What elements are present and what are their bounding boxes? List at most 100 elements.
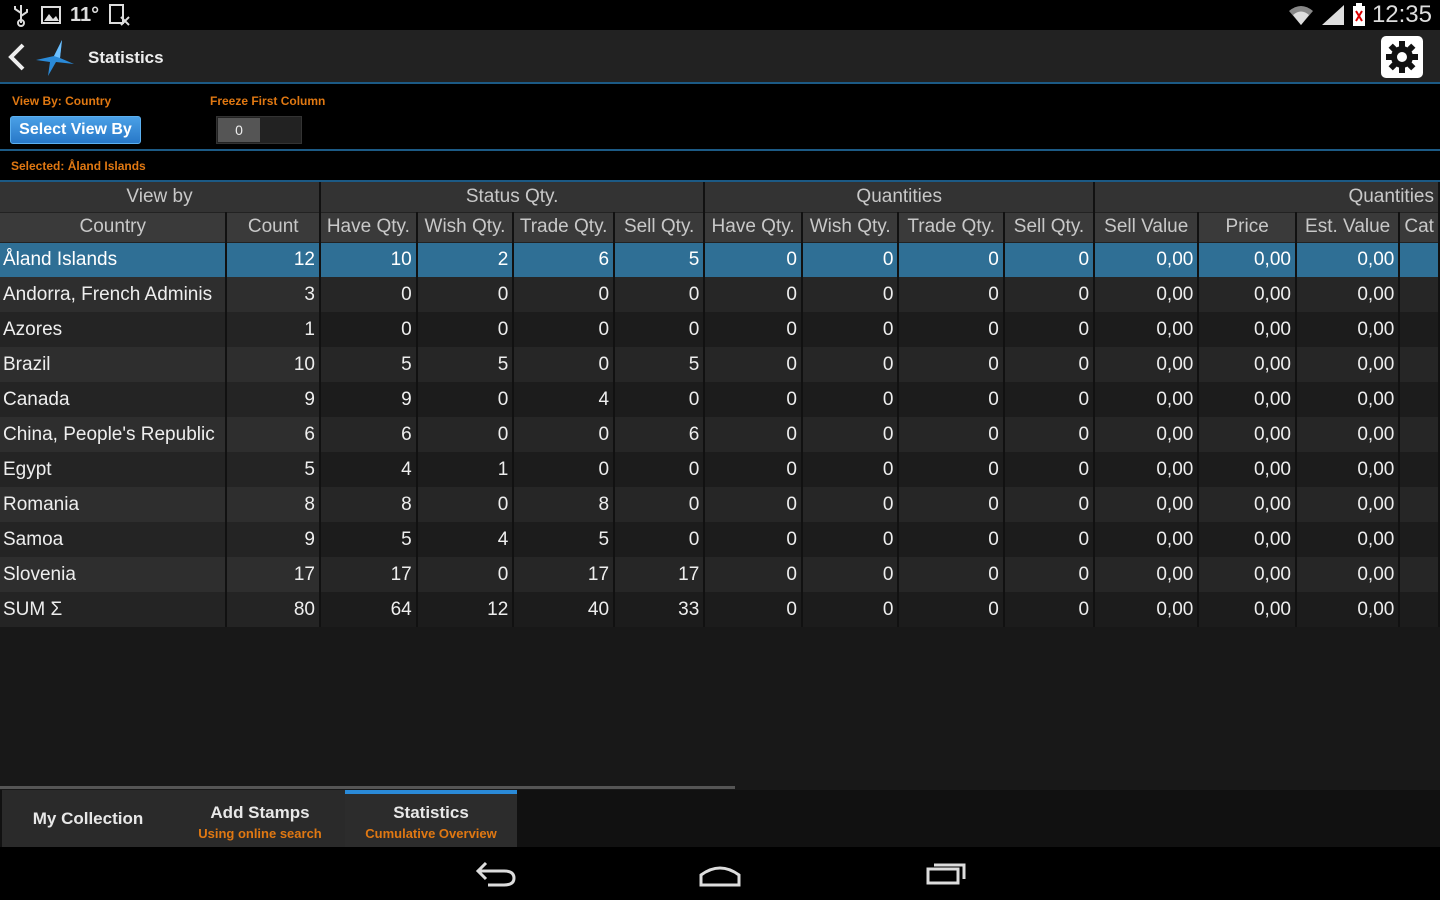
table-row[interactable]: Slovenia 17 17 0 17 17 0 0 0 0 0,00 0,00 0,00 (0, 557, 1440, 592)
table-cell: 0 (801, 347, 900, 382)
column-header[interactable]: Trade Qty. (898, 212, 1005, 243)
column-header[interactable]: Price (1198, 212, 1297, 243)
table-cell: 10 (319, 242, 418, 277)
table-cell: 5 (513, 522, 616, 557)
table-cell: 0,00 (1094, 452, 1200, 487)
table-cell: 9 (319, 382, 418, 417)
table-cell: 0 (898, 452, 1005, 487)
table-cell: 8 (513, 487, 616, 522)
table-cell: 0,00 (1198, 382, 1297, 417)
nav-recents-icon[interactable] (924, 859, 968, 889)
column-header[interactable]: Sell Value (1094, 212, 1200, 243)
table-cell: 0 (513, 417, 616, 452)
nav-home-icon[interactable] (698, 859, 742, 889)
table-cell: 0,00 (1295, 417, 1401, 452)
tab-title: Add Stamps (210, 803, 310, 822)
tab-my-collection[interactable]: My Collection (2, 790, 174, 847)
country-cell: Canada (0, 382, 228, 417)
table-cell: 0 (704, 592, 803, 627)
table-row[interactable]: SUM Σ 80 64 12 40 33 0 0 0 0 0,00 0,00 0,00 (0, 592, 1440, 627)
column-header[interactable]: Have Qty. (704, 212, 803, 243)
column-header[interactable]: Count (226, 212, 321, 243)
table-cell: 0 (513, 347, 616, 382)
back-arrow-icon[interactable] (5, 42, 29, 72)
column-header[interactable]: Wish Qty. (416, 212, 515, 243)
table-cell: 0,00 (1198, 452, 1297, 487)
column-header[interactable]: Trade Qty. (513, 212, 616, 243)
table-row[interactable]: Brazil 10 5 5 0 5 0 0 0 0 0,00 0,00 0,00 (0, 347, 1440, 382)
table-cell: 0 (614, 382, 706, 417)
table-cell: 0 (614, 312, 706, 347)
table-cell: 0 (704, 557, 803, 592)
column-header[interactable]: Cat (1399, 212, 1440, 243)
table-cell: 0,00 (1094, 522, 1200, 557)
nav-back-icon[interactable] (474, 859, 518, 889)
settings-button[interactable] (1381, 36, 1423, 78)
table-cell: 0,00 (1198, 312, 1297, 347)
table-cell: 0 (801, 242, 900, 277)
table-cell: 0 (1003, 557, 1096, 592)
table-cell (1399, 592, 1440, 627)
table-group-header-row: View by Status Qty. Quantities Quantitie… (0, 182, 1440, 213)
tab-add-stamps[interactable]: Add Stamps Using online search (174, 790, 346, 847)
table-cell: 0 (801, 382, 900, 417)
column-header[interactable]: Sell Qty. (614, 212, 706, 243)
select-view-by-button[interactable]: Select View By (10, 116, 141, 144)
country-cell: Romania (0, 487, 228, 522)
status-bar-right: 12:35 (1288, 1, 1432, 29)
tab-subtitle: Cumulative Overview (365, 826, 497, 841)
table-row[interactable]: Azores 1 0 0 0 0 0 0 0 0 0,00 0,00 0,00 (0, 312, 1440, 347)
table-cell: 0 (1003, 312, 1096, 347)
table-cell: 17 (614, 557, 706, 592)
table-row[interactable]: Canada 9 9 0 4 0 0 0 0 0 0,00 0,00 0,00 (0, 382, 1440, 417)
image-icon (41, 6, 61, 24)
table-row[interactable]: Romania 8 8 0 8 0 0 0 0 0 0,00 0,00 0,00 (0, 487, 1440, 522)
table-cell: 64 (319, 592, 418, 627)
table-cell: 0 (1003, 347, 1096, 382)
table-row[interactable]: Åland Islands 12 10 2 6 5 0 0 0 0 0,00 0,00 0,00 (0, 242, 1440, 277)
table-cell: 12 (226, 242, 321, 277)
clock-text: 12:35 (1371, 1, 1432, 28)
table-cell: 0 (801, 417, 900, 452)
horizontal-scrollbar[interactable] (0, 786, 735, 789)
column-header[interactable]: Wish Qty. (801, 212, 900, 243)
table-cell (1399, 522, 1440, 557)
column-header[interactable]: Sell Qty. (1003, 212, 1096, 243)
table-cell (1399, 242, 1440, 277)
table-cell: 0 (614, 452, 706, 487)
table-cell: 5 (416, 347, 515, 382)
table-cell: 0,00 (1094, 487, 1200, 522)
status-bar-left: 11° (10, 3, 131, 27)
column-header[interactable]: Have Qty. (319, 212, 418, 243)
table-cell: 6 (614, 417, 706, 452)
table-cell: 0,00 (1295, 522, 1401, 557)
table-cell: 0 (801, 557, 900, 592)
battery-low-icon (1352, 3, 1365, 26)
table-cell: 0 (513, 312, 616, 347)
table-row[interactable]: China, People's Republic 6 6 0 0 6 0 0 0 0 0,00 0,0… (0, 417, 1440, 452)
table-row[interactable]: Samoa 9 5 4 5 0 0 0 0 0 0,00 0,00 0,00 (0, 522, 1440, 557)
temperature-text: 11° (70, 3, 100, 26)
country-cell: Azores (0, 312, 228, 347)
statistics-table-container[interactable]: View by Status Qty. Quantities Quantitie… (0, 182, 1440, 790)
freeze-column-toggle[interactable]: 0 (216, 116, 302, 144)
group-header: Quantities (1094, 182, 1440, 213)
table-cell: 0,00 (1094, 277, 1200, 312)
table-cell: 0,00 (1295, 452, 1401, 487)
column-header[interactable]: Country (0, 212, 228, 243)
table-cell: 0 (898, 522, 1005, 557)
table-column-header-row: Country Count Have Qty. Wish Qty. Trade Qty.… (0, 212, 1440, 243)
gear-icon (1386, 41, 1418, 73)
table-cell: 0 (614, 277, 706, 312)
tab-statistics[interactable]: Statistics Cumulative Overview (345, 790, 517, 847)
group-header: View by (0, 182, 321, 213)
table-cell: 0,00 (1198, 347, 1297, 382)
table-row[interactable]: Andorra, French Adminis 3 0 0 0 0 0 0 0 0 0,00 0,00… (0, 277, 1440, 312)
table-cell: 5 (614, 347, 706, 382)
column-header[interactable]: Est. Value (1295, 212, 1401, 243)
table-cell: 0 (801, 312, 900, 347)
table-row[interactable]: Egypt 5 4 1 0 0 0 0 0 0 0,00 0,00 0,00 (0, 452, 1440, 487)
table-cell: 0 (1003, 452, 1096, 487)
table-cell: 0 (1003, 417, 1096, 452)
table-cell: 0,00 (1198, 557, 1297, 592)
